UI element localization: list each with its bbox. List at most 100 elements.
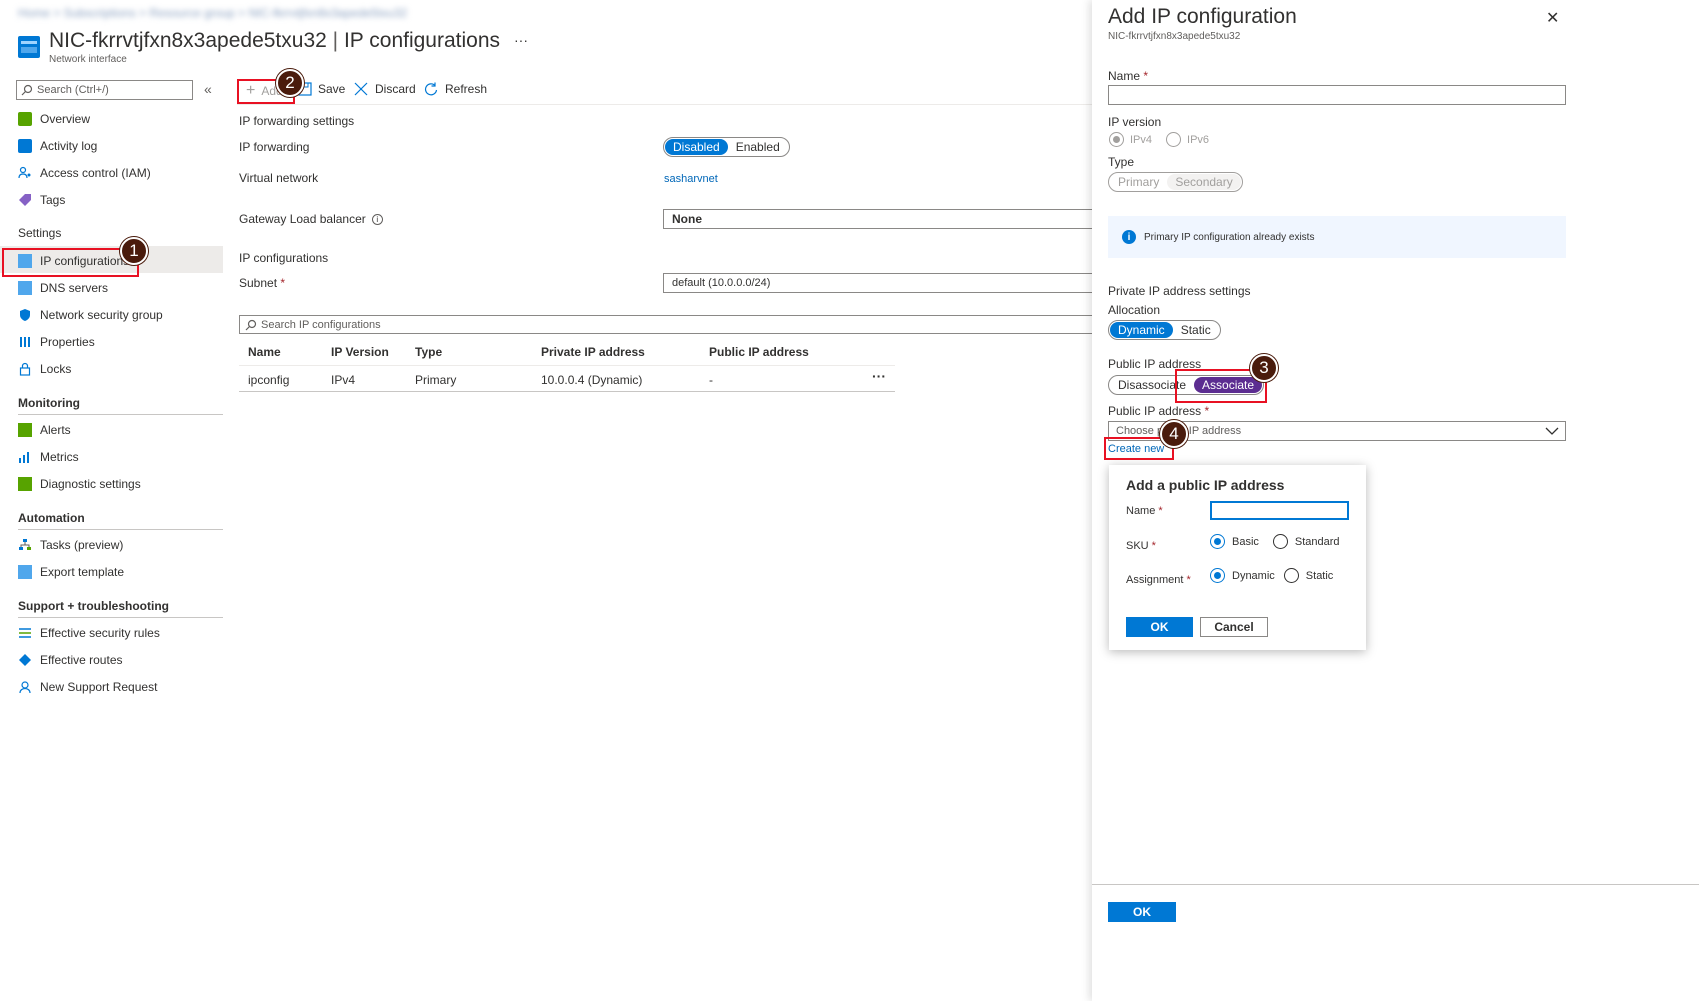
allocation-static-option[interactable]: Static bbox=[1173, 322, 1219, 338]
sidebar-item-effective-routes[interactable]: Effective routes bbox=[18, 649, 123, 671]
ip-version-radio-group[interactable]: IPv4 IPv6 bbox=[1109, 132, 1209, 147]
type-primary-option[interactable]: Primary bbox=[1110, 174, 1167, 190]
table-cell: ipconfig bbox=[248, 373, 290, 387]
discard-button[interactable]: Discard bbox=[354, 82, 416, 96]
dialog-name-input[interactable] bbox=[1210, 501, 1349, 520]
ip-forwarding-toggle[interactable]: Disabled Enabled bbox=[663, 137, 790, 157]
dialog-title: Add a public IP address bbox=[1126, 477, 1285, 493]
subnet-label: Subnet bbox=[239, 276, 278, 290]
allocation-dynamic-option[interactable]: Dynamic bbox=[1110, 322, 1173, 338]
sku-standard-radio[interactable] bbox=[1272, 534, 1288, 549]
ipv4-label: IPv4 bbox=[1130, 133, 1153, 146]
allocation-toggle[interactable]: Dynamic Static bbox=[1108, 320, 1221, 340]
metrics-icon bbox=[19, 452, 29, 463]
info-message-text: Primary IP configuration already exists bbox=[1144, 231, 1315, 243]
sidebar-item-new-support-request[interactable]: New Support Request bbox=[18, 676, 157, 698]
sidebar-search-input[interactable]: Search (Ctrl+/) bbox=[16, 80, 193, 100]
ipv4-radio[interactable] bbox=[1109, 132, 1124, 147]
assignment-static-radio[interactable] bbox=[1283, 568, 1299, 583]
assignment-label: Assignment bbox=[1126, 574, 1184, 586]
sidebar-item-alerts[interactable]: Alerts bbox=[18, 419, 71, 441]
tag-icon bbox=[19, 194, 31, 206]
subnet-select[interactable]: default (10.0.0.0/24) bbox=[663, 273, 1093, 293]
lock-icon bbox=[19, 362, 31, 376]
public-ip-select-label: Public IP address bbox=[1108, 404, 1202, 418]
type-toggle[interactable]: Primary Secondary bbox=[1108, 172, 1243, 192]
sidebar-item-tags[interactable]: Tags bbox=[18, 189, 65, 211]
ip-configurations-heading: IP configurations bbox=[239, 251, 329, 265]
section-divider bbox=[18, 414, 223, 415]
sku-basic-radio[interactable] bbox=[1210, 534, 1225, 549]
sidebar-item-dns-servers[interactable]: DNS servers bbox=[18, 277, 108, 299]
sidebar-item-network-security-group[interactable]: Network security group bbox=[18, 304, 163, 326]
sidebar-item-tasks[interactable]: Tasks (preview) bbox=[18, 534, 123, 556]
assignment-radio-group[interactable]: Dynamic Static bbox=[1210, 568, 1333, 583]
more-actions-button[interactable]: ··· bbox=[514, 32, 528, 48]
row-menu-button[interactable]: ··· bbox=[872, 368, 886, 384]
assignment-static-label: Static bbox=[1305, 569, 1334, 582]
dialog-ok-button[interactable]: OK bbox=[1126, 617, 1193, 637]
column-header-type[interactable]: Type bbox=[415, 345, 442, 359]
sidebar-item-locks[interactable]: Locks bbox=[18, 358, 71, 380]
sidebar-item-label: Tasks (preview) bbox=[40, 538, 124, 552]
activity-log-icon bbox=[18, 139, 32, 153]
sidebar-item-label: Diagnostic settings bbox=[40, 477, 141, 491]
panel-subtitle: NIC-fkrrvtjfxn8x3apede5txu32 bbox=[1108, 31, 1241, 42]
sidebar-item-label: Overview bbox=[40, 112, 91, 126]
dialog-cancel-button[interactable]: Cancel bbox=[1200, 617, 1268, 637]
sidebar-item-label: Export template bbox=[40, 565, 125, 579]
support-icon bbox=[19, 681, 31, 694]
sidebar-item-access-control[interactable]: Access control (IAM) bbox=[18, 162, 151, 184]
save-button[interactable]: Save bbox=[298, 82, 345, 96]
title-separator: | bbox=[332, 29, 339, 52]
virtual-network-link[interactable]: sasharvnet bbox=[664, 173, 718, 185]
chevron-down-icon bbox=[1545, 427, 1559, 435]
dialog-name-label: Name bbox=[1126, 505, 1156, 517]
name-input[interactable] bbox=[1108, 85, 1566, 105]
ip-config-search-placeholder: Search IP configurations bbox=[261, 318, 381, 331]
table-row[interactable]: ipconfig IPv4 Primary 10.0.0.4 (Dynamic)… bbox=[239, 366, 895, 392]
sidebar-item-metrics[interactable]: Metrics bbox=[18, 446, 79, 468]
sidebar-item-label: Metrics bbox=[40, 450, 79, 464]
sidebar-item-overview[interactable]: Overview bbox=[18, 108, 90, 130]
settings-heading: Settings bbox=[18, 226, 62, 240]
sidebar-item-properties[interactable]: Properties bbox=[18, 331, 95, 353]
column-header-name[interactable]: Name bbox=[248, 345, 281, 359]
sidebar-item-activity-log[interactable]: Activity log bbox=[18, 135, 97, 157]
automation-heading: Automation bbox=[18, 511, 85, 525]
assignment-dynamic-radio[interactable] bbox=[1210, 568, 1225, 583]
sidebar-item-effective-security-rules[interactable]: Effective security rules bbox=[18, 622, 160, 644]
ip-config-search-input[interactable]: Search IP configurations bbox=[239, 315, 1093, 334]
info-icon[interactable]: i bbox=[371, 213, 383, 225]
sidebar-item-export-template[interactable]: Export template bbox=[18, 561, 124, 583]
gateway-load-balancer-select[interactable]: None bbox=[663, 209, 1093, 229]
ip-version-label: IP version bbox=[1108, 115, 1162, 129]
sidebar-item-label: Effective security rules bbox=[40, 626, 160, 640]
ip-forwarding-enabled-option[interactable]: Enabled bbox=[728, 139, 788, 155]
column-header-public-ip[interactable]: Public IP address bbox=[709, 345, 809, 359]
column-header-ip-version[interactable]: IP Version bbox=[331, 345, 389, 359]
info-message-bar: i Primary IP configuration already exist… bbox=[1108, 216, 1566, 258]
refresh-button[interactable]: Refresh bbox=[424, 82, 487, 96]
iam-icon bbox=[18, 166, 31, 179]
column-header-private-ip[interactable]: Private IP address bbox=[541, 345, 645, 359]
sidebar-item-label: Activity log bbox=[40, 139, 98, 153]
sku-radio-group[interactable]: Basic Standard bbox=[1210, 534, 1340, 549]
close-panel-button[interactable]: ✕ bbox=[1546, 8, 1559, 28]
sidebar-search-placeholder: Search (Ctrl+/) bbox=[37, 84, 109, 96]
panel-ok-button[interactable]: OK bbox=[1108, 902, 1176, 922]
ip-forwarding-disabled-option[interactable]: Disabled bbox=[665, 139, 728, 155]
type-secondary-option[interactable]: Secondary bbox=[1167, 174, 1241, 190]
callout-1: 1 bbox=[120, 237, 148, 265]
section-divider bbox=[18, 617, 223, 618]
search-icon bbox=[21, 84, 33, 96]
collapse-sidebar-button[interactable]: « bbox=[204, 81, 212, 97]
refresh-button-label: Refresh bbox=[445, 82, 488, 96]
ipv6-label: IPv6 bbox=[1187, 133, 1210, 146]
sidebar-item-label: New Support Request bbox=[40, 680, 158, 694]
sidebar-item-diagnostic-settings[interactable]: Diagnostic settings bbox=[18, 473, 141, 495]
type-label: Type bbox=[1108, 155, 1135, 169]
gateway-load-balancer-label: Gateway Load balancer bbox=[239, 212, 366, 226]
breadcrumb[interactable]: Home > Subscriptions > Resource group > … bbox=[18, 6, 407, 20]
ipv6-radio[interactable] bbox=[1166, 132, 1182, 147]
